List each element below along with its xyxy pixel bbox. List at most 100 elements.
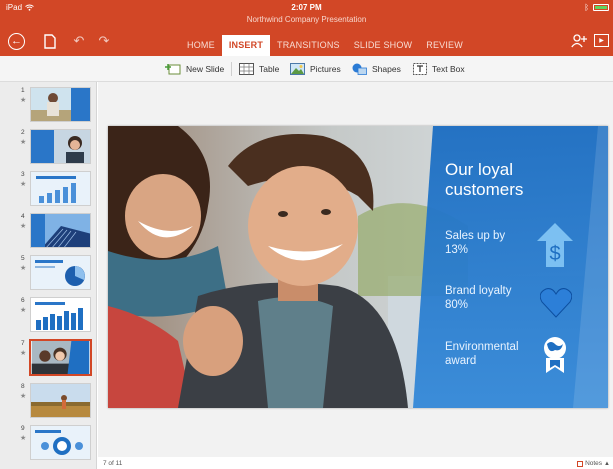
thumbnail-number: 3 xyxy=(21,171,25,178)
thumbnail-art xyxy=(31,214,90,247)
notes-button[interactable]: Notes ▲ xyxy=(577,460,610,467)
pictures-button[interactable]: Pictures xyxy=(290,62,341,76)
bluetooth-icon: ᛒ xyxy=(584,3,589,12)
thumbnail-number: 7 xyxy=(21,340,25,347)
share-person-icon xyxy=(571,34,587,48)
thumbnail-row[interactable]: 8 ★ xyxy=(0,383,97,419)
slide-thumbnail-selected[interactable] xyxy=(29,339,92,376)
redo-icon: ↷ xyxy=(98,33,110,48)
stat-sales-line-1: Sales up by xyxy=(445,230,506,242)
tab-slide-show[interactable]: SLIDE SHOW xyxy=(347,35,420,56)
text-box-button[interactable]: Text Box xyxy=(413,62,465,76)
battery-icon xyxy=(593,4,609,11)
star-icon: ★ xyxy=(20,223,27,230)
thumbnail-row-selected[interactable]: 7 ★ xyxy=(0,339,97,376)
tab-transitions[interactable]: TRANSITIONS xyxy=(270,35,347,56)
back-button[interactable]: ← xyxy=(8,33,25,50)
tab-review[interactable]: REVIEW xyxy=(419,35,470,56)
thumbnail-row[interactable]: 6 ★ xyxy=(0,297,97,333)
table-label: Table xyxy=(259,64,280,74)
thumbnail-number: 8 xyxy=(21,383,25,390)
slide-thumbnail[interactable] xyxy=(30,425,91,460)
document-title: Northwind Company Presentation xyxy=(246,15,367,24)
slide-thumbnail[interactable] xyxy=(30,297,91,332)
stat-loyalty-line-1: Brand loyalty xyxy=(445,285,512,297)
table-button[interactable]: Table xyxy=(239,62,279,76)
star-icon: ★ xyxy=(20,97,27,104)
stat-award-line-2: award xyxy=(445,355,477,367)
shapes-button[interactable]: Shapes xyxy=(352,62,401,76)
slide-headline[interactable]: Our loyal customers xyxy=(445,160,523,200)
slide-thumbnail[interactable] xyxy=(30,87,91,122)
thumbnail-number: 9 xyxy=(21,425,25,432)
headline-line-2: customers xyxy=(445,180,524,199)
slide-thumbnail[interactable] xyxy=(30,255,91,290)
back-icon: ← xyxy=(11,35,22,47)
pictures-icon xyxy=(290,63,305,75)
thumbnail-number: 5 xyxy=(21,255,25,262)
thumbnail-art xyxy=(31,130,90,163)
stat-loyalty-line-2: 80% xyxy=(445,299,469,311)
shapes-label: Shapes xyxy=(372,64,401,74)
star-icon: ★ xyxy=(20,435,27,442)
star-icon: ★ xyxy=(20,393,27,400)
svg-text:$: $ xyxy=(549,243,560,265)
thumbnail-number: 1 xyxy=(21,87,25,94)
thumbnail-number: 4 xyxy=(21,213,25,220)
undo-icon: ↶ xyxy=(73,33,85,48)
thumbnail-art xyxy=(31,256,90,289)
thumbnail-row[interactable]: 2 ★ xyxy=(0,129,97,165)
undo-button[interactable]: ↶ xyxy=(72,33,86,49)
star-icon: ★ xyxy=(20,139,27,146)
thumbnail-row[interactable]: 5 ★ xyxy=(0,255,97,291)
star-icon: ★ xyxy=(20,307,27,314)
stat-loyalty[interactable]: Brand loyalty 80% xyxy=(445,284,511,312)
stat-award[interactable]: Environmental award xyxy=(445,340,519,368)
headline-line-1: Our loyal xyxy=(445,160,514,179)
notes-icon xyxy=(577,460,584,467)
new-slide-button[interactable]: New Slide xyxy=(165,62,224,76)
table-icon xyxy=(239,63,254,75)
present-button[interactable]: ▶ xyxy=(594,34,609,47)
status-footer: 7 of 11 Notes ▲ xyxy=(98,457,613,469)
stat-sales[interactable]: Sales up by 13% xyxy=(445,229,505,257)
redo-button[interactable]: ↷ xyxy=(97,33,111,49)
star-icon: ★ xyxy=(20,350,27,357)
title-bar: iPad 2:07 PM Northwind Company Presentat… xyxy=(0,0,613,56)
file-button[interactable] xyxy=(44,33,56,49)
slide-count: 7 of 11 xyxy=(103,460,123,467)
slide-thumbnail[interactable] xyxy=(30,129,91,164)
thumbnail-art xyxy=(31,426,90,459)
pictures-label: Pictures xyxy=(310,64,341,74)
thumbnail-art xyxy=(31,88,90,121)
new-slide-label: New Slide xyxy=(186,64,225,74)
notes-label: Notes xyxy=(585,460,603,467)
thumbnail-row[interactable]: 9 ★ xyxy=(0,425,97,461)
tab-insert[interactable]: INSERT xyxy=(221,35,271,56)
thumbnail-row[interactable]: 1 ★ xyxy=(0,87,97,123)
shapes-icon xyxy=(352,63,367,75)
heart-icon xyxy=(540,288,572,318)
current-slide[interactable]: Our loyal customers Sales up by 13% Bran… xyxy=(108,126,608,408)
thumbnail-art xyxy=(31,384,90,417)
slide-thumbnail[interactable] xyxy=(30,213,91,248)
tab-home[interactable]: HOME xyxy=(180,35,222,56)
stat-sales-line-2: 13% xyxy=(445,244,469,256)
thumbnail-row[interactable]: 4 ★ xyxy=(0,213,97,249)
present-icon: ▶ xyxy=(599,38,604,44)
star-icon: ★ xyxy=(20,265,27,272)
text-box-icon xyxy=(413,63,427,75)
new-slide-icon xyxy=(165,64,181,75)
chevron-up-icon: ▲ xyxy=(604,460,610,467)
status-right: ᛒ xyxy=(584,3,609,12)
thumbnail-row[interactable]: 3 ★ xyxy=(0,171,97,207)
slide-thumbnail-pane: 1 ★ 2 ★ 3 ★ 4 ★ 5 ★ 6 ★ 7 ★ 8 ★ 9 ★ xyxy=(0,82,97,469)
slide-thumbnail[interactable] xyxy=(30,383,91,418)
file-icon xyxy=(44,33,56,49)
slide-thumbnail[interactable] xyxy=(30,171,91,206)
star-icon: ★ xyxy=(20,181,27,188)
slide-photo xyxy=(108,126,608,408)
thumbnail-number: 2 xyxy=(21,129,25,136)
share-button[interactable] xyxy=(571,33,587,49)
thumbnail-art xyxy=(31,341,90,374)
